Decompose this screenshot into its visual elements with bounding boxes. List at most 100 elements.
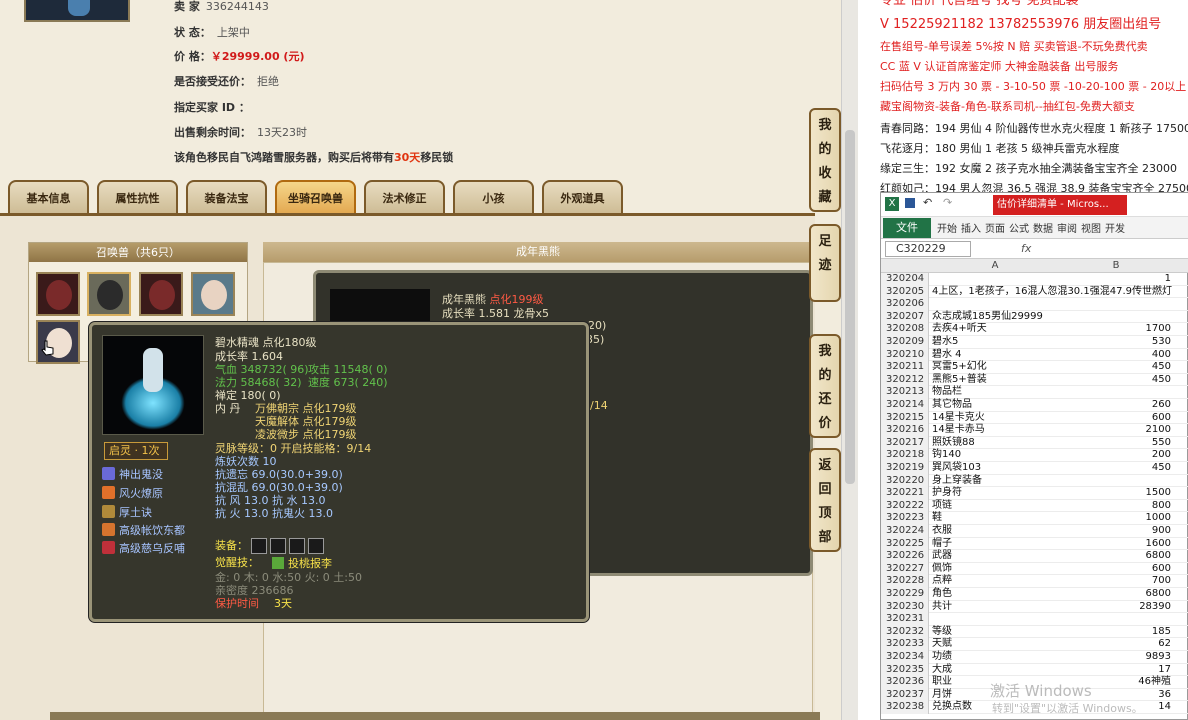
cell-b[interactable]: 530 bbox=[1061, 336, 1171, 349]
row-number[interactable]: 320206 bbox=[881, 298, 929, 311]
row-number[interactable]: 320213 bbox=[881, 386, 929, 399]
ribbon-tab-home[interactable]: 开始 bbox=[937, 220, 957, 235]
row-number[interactable]: 320207 bbox=[881, 310, 929, 324]
black-bear-pet-icon[interactable] bbox=[87, 272, 131, 316]
tab-children[interactable]: 小孩 bbox=[453, 180, 534, 214]
cell-b[interactable]: 900 bbox=[1061, 525, 1171, 538]
cell-b[interactable]: 1500 bbox=[1061, 487, 1171, 500]
cell-b[interactable]: 1000 bbox=[1061, 512, 1171, 525]
excel-file-tab[interactable]: 文件 bbox=[883, 218, 931, 238]
tab-equipment[interactable]: 装备法宝 bbox=[186, 180, 267, 214]
cell-b[interactable]: 450 bbox=[1061, 361, 1171, 374]
ribbon-tab-layout[interactable]: 页面 bbox=[985, 220, 1005, 235]
skill-crow[interactable]: 高级慈乌反哺 bbox=[102, 540, 185, 556]
cell-b[interactable]: 260 bbox=[1061, 399, 1171, 412]
cell-b[interactable]: 62 bbox=[1061, 638, 1171, 651]
cell-b[interactable]: 17 bbox=[1061, 664, 1171, 677]
cell-a[interactable]: 冥雷5+幻化 bbox=[930, 361, 1060, 374]
favorites-button[interactable]: 我的收藏 bbox=[809, 108, 841, 212]
row-number[interactable]: 320224 bbox=[881, 525, 929, 538]
scrollbar-thumb[interactable] bbox=[845, 130, 855, 484]
cell-b[interactable]: 6800 bbox=[1061, 550, 1171, 563]
cell-b[interactable]: 600 bbox=[1061, 412, 1171, 425]
name-box[interactable]: C320229 bbox=[885, 241, 971, 257]
skill-ghost[interactable]: 神出鬼没 bbox=[102, 466, 163, 482]
cell-a[interactable]: 4上区，1老孩子，16混人忽混30.1强混47.9传世燃灯 bbox=[930, 286, 1172, 299]
row-number[interactable]: 320237 bbox=[881, 688, 929, 702]
row-number[interactable]: 320209 bbox=[881, 336, 929, 349]
cell-a[interactable]: 大成 bbox=[930, 664, 1060, 677]
cell-b[interactable]: 1700 bbox=[1061, 323, 1171, 336]
cell-a[interactable]: 帽子 bbox=[930, 538, 1060, 551]
row-number[interactable]: 320235 bbox=[881, 663, 929, 677]
row-number[interactable]: 320222 bbox=[881, 499, 929, 513]
tab-appearance[interactable]: 外观道具 bbox=[542, 180, 623, 214]
cell-a[interactable]: 鞋 bbox=[930, 512, 1060, 525]
skill-earth[interactable]: 厚土诀 bbox=[102, 504, 152, 520]
row-number[interactable]: 320211 bbox=[881, 361, 929, 374]
cell-a[interactable]: 功绩 bbox=[930, 651, 1060, 664]
row-number[interactable]: 320212 bbox=[881, 373, 929, 387]
tab-basic-info[interactable]: 基本信息 bbox=[8, 180, 89, 214]
undo-icon[interactable]: ↶ bbox=[923, 196, 932, 209]
ribbon-tab-insert[interactable]: 插入 bbox=[961, 220, 981, 235]
fx-icon[interactable]: fx bbox=[1021, 242, 1031, 255]
row-number[interactable]: 320208 bbox=[881, 323, 929, 336]
cell-a[interactable]: 身上穿装备 bbox=[930, 475, 1060, 488]
row-number[interactable]: 320226 bbox=[881, 550, 929, 563]
row-number[interactable]: 320217 bbox=[881, 436, 929, 450]
cell-b[interactable]: 9893 bbox=[1061, 651, 1171, 664]
cell-a[interactable]: 照妖镜88 bbox=[930, 437, 1060, 450]
cell-b[interactable]: 28390 bbox=[1061, 601, 1171, 614]
cell-b[interactable]: 1 bbox=[1061, 273, 1171, 286]
cell-b[interactable]: 2100 bbox=[1061, 424, 1171, 437]
row-number[interactable]: 320233 bbox=[881, 638, 929, 651]
tab-spells[interactable]: 法术修正 bbox=[364, 180, 445, 214]
red-mask-pet-icon[interactable] bbox=[36, 272, 80, 316]
row-number[interactable]: 320236 bbox=[881, 676, 929, 689]
cell-a[interactable]: 14星卡克火 bbox=[930, 412, 1060, 425]
page-scrollbar[interactable] bbox=[841, 0, 858, 720]
tab-attributes[interactable]: 属性抗性 bbox=[97, 180, 178, 214]
cell-b[interactable]: 450 bbox=[1061, 374, 1171, 387]
tab-mounts-pets[interactable]: 坐骑召唤兽 bbox=[275, 180, 356, 214]
equip-slot-1-icon[interactable] bbox=[251, 538, 267, 554]
row-number[interactable]: 320225 bbox=[881, 537, 929, 551]
row-number[interactable]: 320220 bbox=[881, 474, 929, 488]
cell-a[interactable]: 武器 bbox=[930, 550, 1060, 563]
column-b-header[interactable]: B bbox=[1061, 259, 1171, 273]
row-number[interactable]: 320216 bbox=[881, 424, 929, 437]
cell-b[interactable]: 600 bbox=[1061, 563, 1171, 576]
awaken-skill[interactable]: 投桃报李 bbox=[272, 557, 332, 570]
cell-a[interactable]: 其它物品 bbox=[930, 399, 1060, 412]
row-number[interactable]: 320215 bbox=[881, 411, 929, 425]
cell-a[interactable]: 角色 bbox=[930, 588, 1060, 601]
cell-b[interactable]: 700 bbox=[1061, 575, 1171, 588]
cell-b[interactable]: 400 bbox=[1061, 349, 1171, 362]
skill-fire[interactable]: 风火燎原 bbox=[102, 485, 163, 501]
my-counteroffer-button[interactable]: 我的还价 bbox=[809, 334, 841, 438]
cell-a[interactable]: 钩140 bbox=[930, 449, 1060, 462]
equip-slot-4-icon[interactable] bbox=[308, 538, 324, 554]
cell-a[interactable]: 点粹 bbox=[930, 575, 1060, 588]
row-number[interactable]: 320228 bbox=[881, 575, 929, 588]
ribbon-tab-review[interactable]: 审阅 bbox=[1057, 220, 1077, 235]
cell-a[interactable]: 巽风袋103 bbox=[930, 462, 1060, 475]
cell-a[interactable]: 项链 bbox=[930, 500, 1060, 513]
column-a-header[interactable]: A bbox=[930, 259, 1060, 273]
row-number[interactable]: 320238 bbox=[881, 701, 929, 714]
row-number[interactable]: 320204 bbox=[881, 273, 929, 286]
row-number[interactable]: 320210 bbox=[881, 348, 929, 362]
cell-a[interactable]: 天赋 bbox=[930, 638, 1060, 651]
row-number[interactable]: 320218 bbox=[881, 449, 929, 462]
cell-b[interactable]: 800 bbox=[1061, 500, 1171, 513]
ribbon-tab-data[interactable]: 数据 bbox=[1033, 220, 1053, 235]
cell-b[interactable]: 6800 bbox=[1061, 588, 1171, 601]
cell-a[interactable]: 碧水 4 bbox=[930, 349, 1060, 362]
cell-a[interactable]: 共计 bbox=[930, 601, 1060, 614]
cell-a[interactable]: 物品栏 bbox=[930, 386, 1060, 399]
cell-a[interactable]: 佩饰 bbox=[930, 563, 1060, 576]
row-number[interactable]: 320223 bbox=[881, 512, 929, 525]
cell-a[interactable]: 去疾4+听天 bbox=[930, 323, 1060, 336]
cell-a[interactable]: 护身符 bbox=[930, 487, 1060, 500]
